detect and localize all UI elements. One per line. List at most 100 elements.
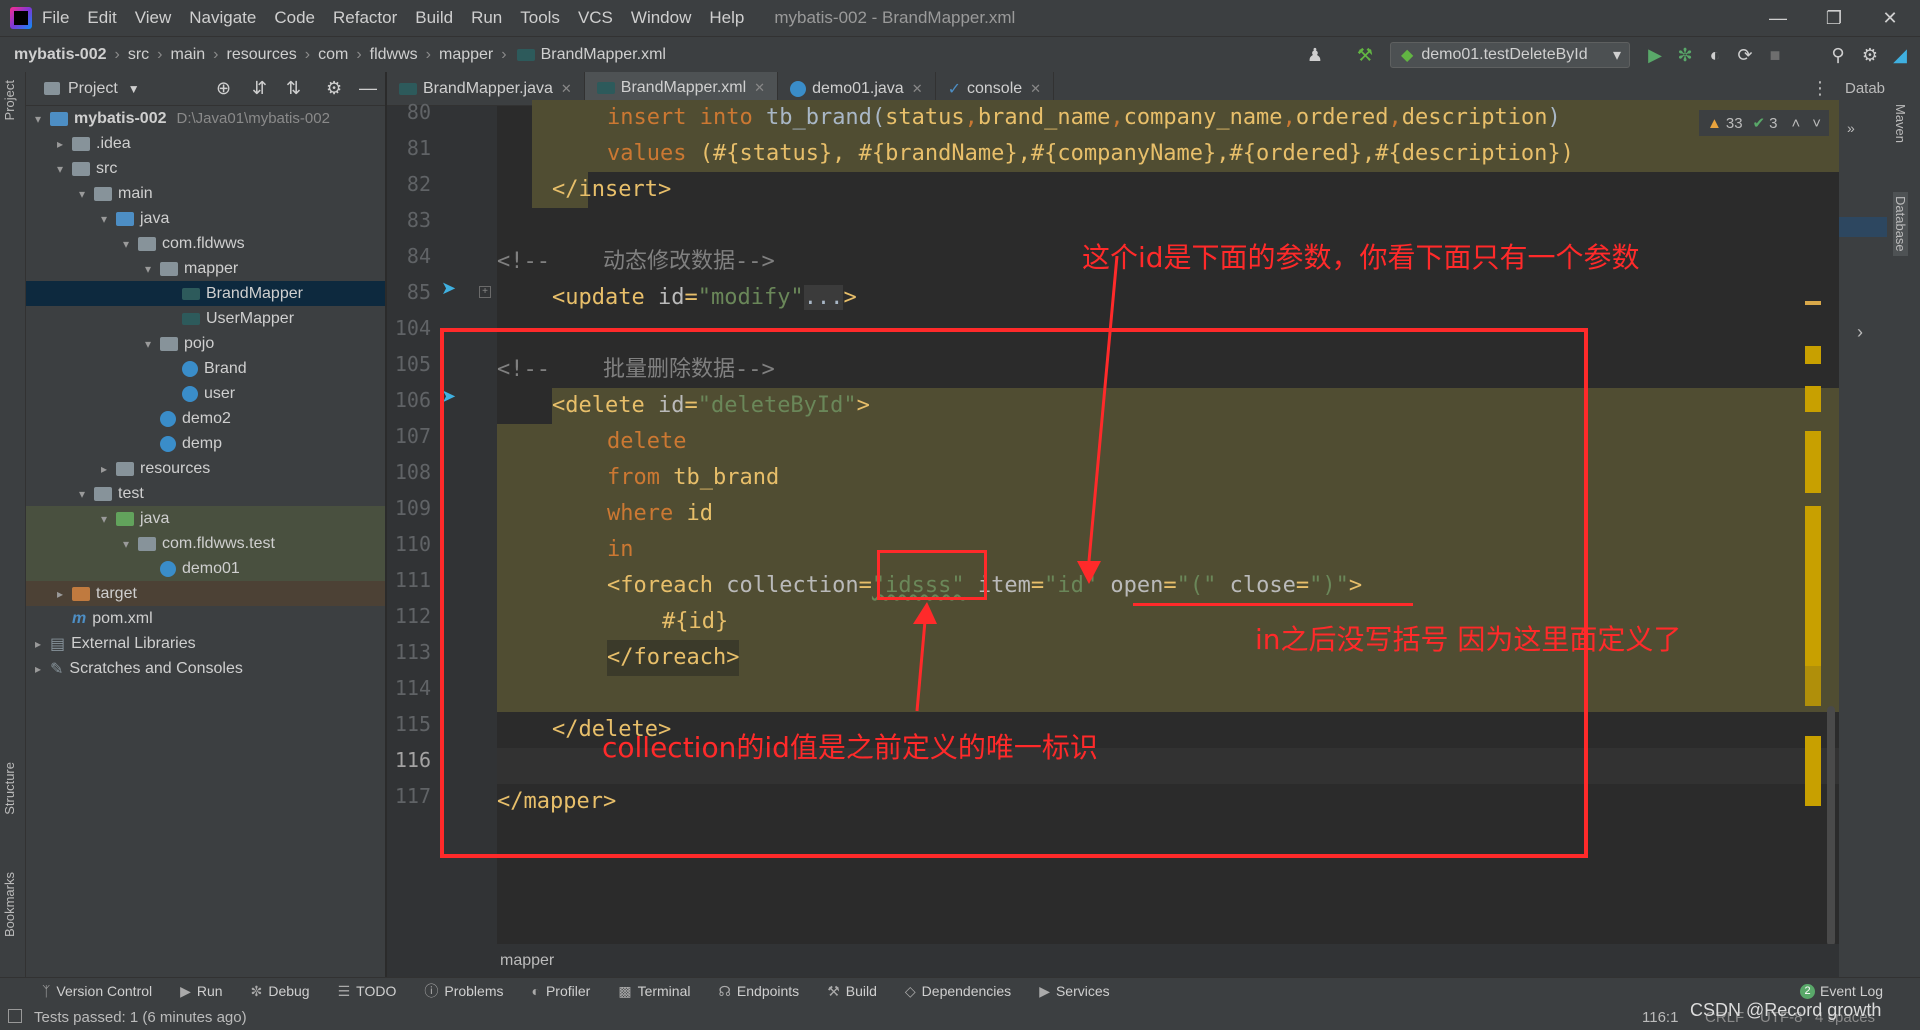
close-icon[interactable]: ✕ — [754, 80, 765, 96]
restore-icon[interactable]: ❐ — [1806, 0, 1862, 36]
tool-terminal[interactable]: ▩ Terminal — [618, 983, 690, 1000]
toolbox-icon[interactable]: ◢ — [1890, 45, 1910, 65]
tool-endpoints[interactable]: ☊ Endpoints — [718, 983, 799, 1000]
tree-item-com-fldwws[interactable]: ▾ com.fldwws — [26, 231, 385, 256]
close-icon[interactable]: ✕ — [1030, 81, 1041, 97]
project-tool-label[interactable]: Project — [2, 80, 17, 120]
tool-event-log[interactable]: 2 Event Log — [1800, 983, 1883, 999]
tool-build[interactable]: ⚒ Build — [827, 983, 877, 1000]
menu-run[interactable]: Run — [471, 8, 502, 28]
minimize-icon[interactable]: — — [1750, 0, 1806, 36]
menu-edit[interactable]: Edit — [87, 8, 116, 28]
menu-window[interactable]: Window — [631, 8, 691, 28]
menu-build[interactable]: Build — [415, 8, 453, 28]
tree-item-scratches[interactable]: ▸ ✎ Scratches and Consoles — [26, 656, 385, 681]
chevron-right-icon[interactable]: › — [1857, 322, 1863, 343]
tree-item-brand[interactable]: Brand — [26, 356, 385, 381]
search-icon[interactable]: ⚲ — [1828, 45, 1848, 65]
tree-item-usermapper[interactable]: UserMapper — [26, 306, 385, 331]
tree-item-demp[interactable]: demp — [26, 431, 385, 456]
gear-icon[interactable]: ⚙ — [1860, 45, 1880, 65]
breadcrumb-src[interactable]: src — [128, 46, 149, 64]
tree-item-root[interactable]: ▾ mybatis-002 D:\Java01\mybatis-002 — [26, 106, 385, 131]
tool-version-control[interactable]: ᛉ Version Control — [42, 983, 152, 999]
more-tabs-icon[interactable]: ⋮ — [1811, 78, 1829, 99]
menu-file[interactable]: File — [42, 8, 69, 28]
menu-tools[interactable]: Tools — [520, 8, 560, 28]
maven-tool-label[interactable]: Maven — [1893, 104, 1908, 143]
tree-item-pojo[interactable]: ▾ pojo — [26, 331, 385, 356]
expand-fold-icon[interactable]: + — [479, 286, 491, 298]
bookmarks-tool-label[interactable]: Bookmarks — [2, 872, 17, 937]
database-panel-label[interactable]: Datab — [1845, 80, 1885, 97]
build-hammer-icon[interactable]: ⚒ — [1355, 45, 1375, 65]
breadcrumb-com[interactable]: com — [318, 46, 348, 64]
menu-navigate[interactable]: Navigate — [189, 8, 256, 28]
window-toggle-icon[interactable] — [8, 1009, 22, 1023]
breadcrumb-fldwws[interactable]: fldwws — [370, 46, 418, 64]
debug-icon[interactable]: ✼ — [1675, 45, 1695, 65]
tool-problems[interactable]: ⓘ Problems — [424, 981, 503, 1001]
chevron-up-icon[interactable]: ˄ — [1791, 115, 1800, 132]
gear-icon[interactable]: ⚙ — [326, 78, 342, 99]
tool-profiler[interactable]: ◐ Profiler — [532, 983, 591, 999]
inspection-widget[interactable]: ▲ 33 ✔ 3 ˄ ˅ — [1699, 110, 1829, 136]
tree-item-demo2[interactable]: demo2 — [26, 406, 385, 431]
tool-services[interactable]: ▶ Services — [1039, 983, 1109, 1000]
tree-item-test[interactable]: ▾ test — [26, 481, 385, 506]
tree-item-external-libraries[interactable]: ▸ ▤ External Libraries — [26, 631, 385, 656]
tree-item-mapper[interactable]: ▾ mapper — [26, 256, 385, 281]
close-icon[interactable]: ✕ — [561, 81, 572, 97]
tree-item-com-fldwws-test[interactable]: ▾ com.fldwws.test — [26, 531, 385, 556]
run-icon[interactable]: ▶ — [1645, 45, 1665, 65]
chevron-double-right-icon[interactable]: » — [1847, 120, 1855, 136]
tree-item-demo01[interactable]: demo01 — [26, 556, 385, 581]
menu-help[interactable]: Help — [709, 8, 744, 28]
tree-item-user[interactable]: user — [26, 381, 385, 406]
caret-position[interactable]: 116:1 — [1642, 1009, 1678, 1026]
tool-dependencies[interactable]: ◇ Dependencies — [905, 983, 1011, 1000]
database-tool-label[interactable]: Database — [1893, 192, 1908, 256]
menu-view[interactable]: View — [135, 8, 172, 28]
vertical-scrollbar[interactable] — [1827, 706, 1835, 946]
tree-item-idea[interactable]: ▸ .idea — [26, 131, 385, 156]
tool-debug[interactable]: ✼ Debug — [251, 983, 310, 1000]
event-count-badge: 2 — [1800, 983, 1815, 999]
hide-icon[interactable]: — — [359, 78, 377, 99]
expand-all-icon[interactable]: ⇵ — [252, 78, 267, 99]
chevron-down-icon[interactable]: ˅ — [1812, 115, 1821, 132]
stop-icon[interactable]: ■ — [1765, 45, 1785, 65]
tool-todo[interactable]: ☰ TODO — [338, 983, 397, 1000]
tree-item-test-java[interactable]: ▾ java — [26, 506, 385, 531]
profile-icon[interactable]: ⟳ — [1735, 45, 1755, 65]
project-panel-title[interactable]: Project — [68, 80, 118, 98]
tree-item-src[interactable]: ▾ src — [26, 156, 385, 181]
menu-vcs[interactable]: VCS — [578, 8, 613, 28]
menu-code[interactable]: Code — [274, 8, 315, 28]
breadcrumb-file[interactable]: BrandMapper.xml — [541, 46, 666, 64]
run-configuration-select[interactable]: ◆ demo01.testDeleteById ▾ — [1390, 42, 1630, 68]
tree-item-pom[interactable]: m pom.xml — [26, 606, 385, 631]
menu-refactor[interactable]: Refactor — [333, 8, 397, 28]
tree-item-java[interactable]: ▾ java — [26, 206, 385, 231]
breadcrumb-main[interactable]: main — [170, 46, 205, 64]
tree-item-main[interactable]: ▾ main — [26, 181, 385, 206]
tree-item-target[interactable]: ▸ target — [26, 581, 385, 606]
breadcrumb-mapper[interactable]: mapper — [439, 46, 493, 64]
collapse-all-icon[interactable]: ⇅ — [286, 78, 301, 99]
xml-breadcrumb[interactable]: mapper — [500, 952, 554, 970]
close-icon[interactable]: ✕ — [1862, 0, 1918, 36]
mybatis-navigate-icon[interactable]: ➤ — [441, 278, 456, 299]
tree-item-brandmapper[interactable]: BrandMapper — [26, 281, 385, 306]
close-icon[interactable]: ✕ — [912, 81, 923, 97]
chevron-down-icon[interactable]: ▼ — [128, 82, 140, 96]
structure-tool-label[interactable]: Structure — [2, 762, 17, 815]
tree-item-resources[interactable]: ▸ resources — [26, 456, 385, 481]
locate-icon[interactable]: ⊕ — [216, 78, 231, 99]
breadcrumb-project[interactable]: mybatis-002 — [14, 46, 107, 64]
coverage-icon[interactable]: ◐ — [1705, 45, 1725, 65]
breadcrumb-resources[interactable]: resources — [227, 46, 297, 64]
code-editor[interactable]: insert into tb_brand(status,brand_name,c… — [440, 100, 1839, 946]
tool-run[interactable]: ▶ Run — [180, 983, 222, 1000]
user-icon[interactable]: ♟ — [1305, 45, 1325, 65]
